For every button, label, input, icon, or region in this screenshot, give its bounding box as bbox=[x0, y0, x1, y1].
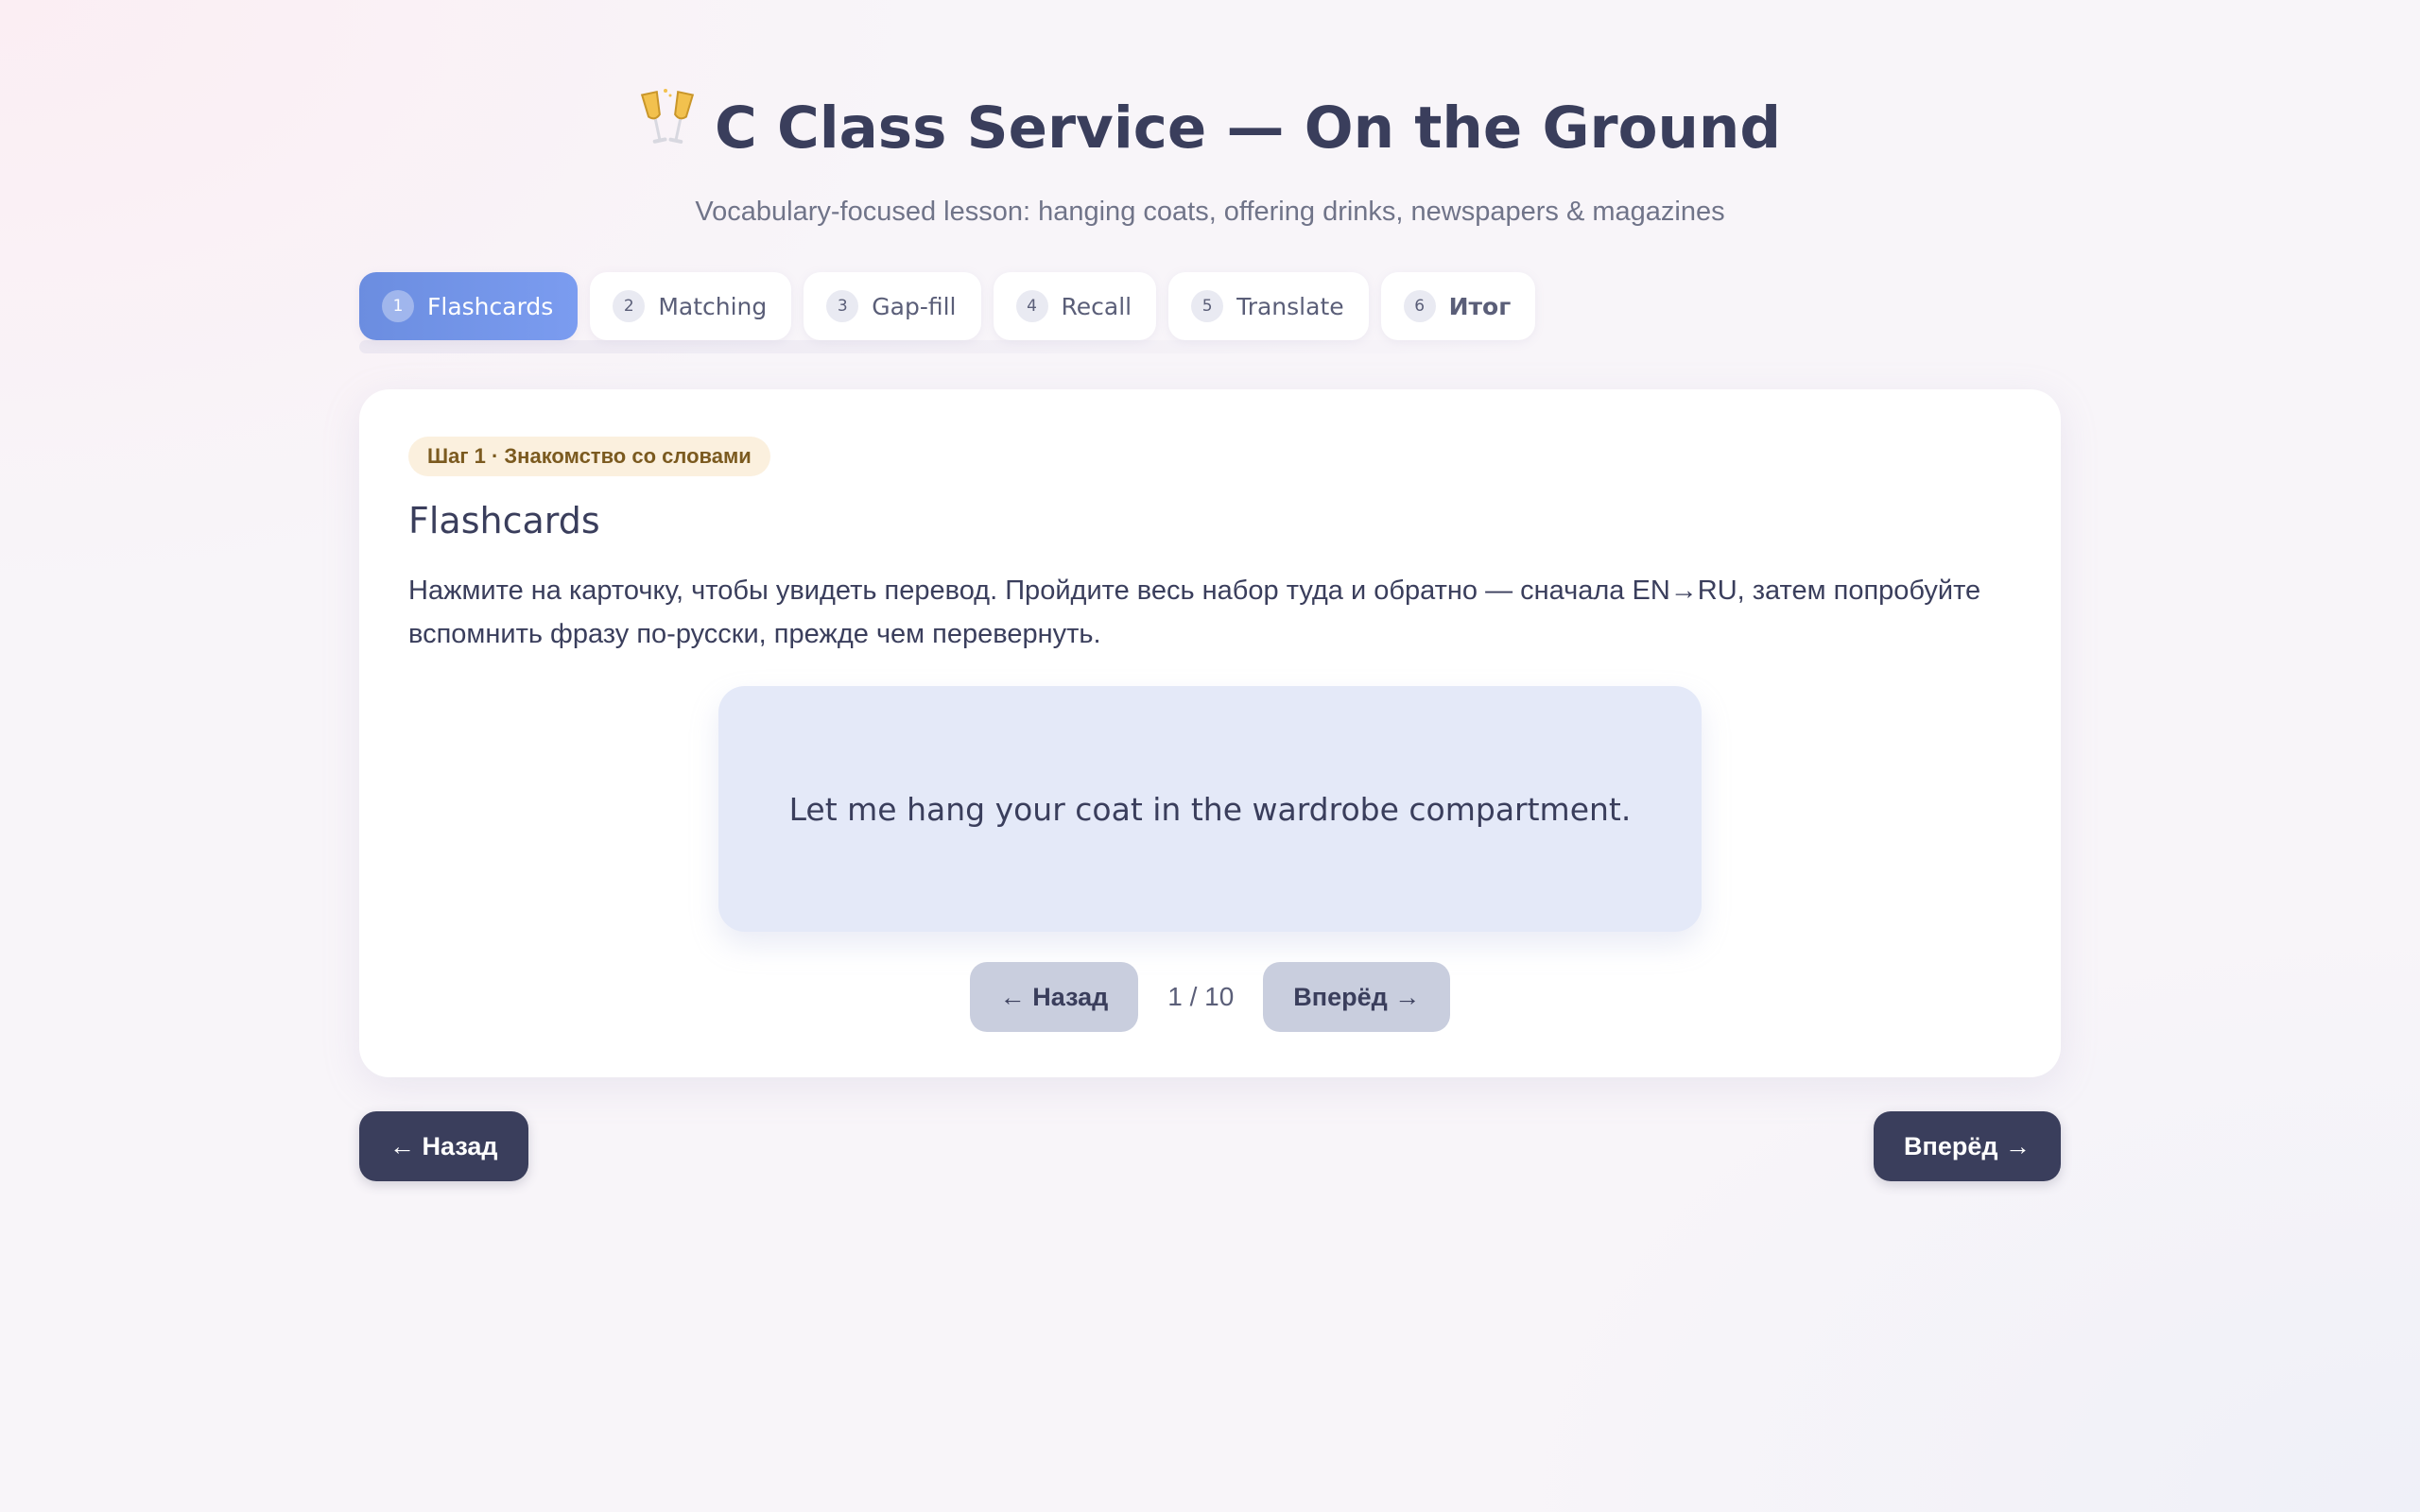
step-card: Шаг 1 · Знакомство со словами Flashcards… bbox=[359, 389, 2061, 1077]
lesson-page: C Class Service — On the Ground Vocabula… bbox=[359, 0, 2061, 1512]
flashcard-text: Let me hang your coat in the wardrobe co… bbox=[788, 790, 1632, 828]
page-title-text: C Class Service — On the Ground bbox=[714, 94, 1782, 162]
flashcard-prev-button[interactable]: ← Назад bbox=[969, 962, 1139, 1032]
tab-number: 1 bbox=[382, 290, 414, 322]
step-tabs: 1 Flashcards 2 Matching 3 Gap-fill 4 Rec… bbox=[359, 272, 1536, 352]
tab-summary[interactable]: 6 Итог bbox=[1380, 272, 1536, 340]
tab-flashcards[interactable]: 1 Flashcards bbox=[359, 272, 579, 340]
step-instructions: Нажмите на карточку, чтобы увидеть перев… bbox=[408, 576, 1981, 649]
tab-label: Flashcards bbox=[427, 292, 554, 320]
champagne-glasses-icon bbox=[639, 87, 696, 153]
page-subtitle: Vocabulary-focused lesson: hanging coats… bbox=[695, 197, 1725, 227]
flashcard[interactable]: Let me hang your coat in the wardrobe co… bbox=[718, 686, 1702, 932]
tab-number: 5 bbox=[1191, 290, 1224, 322]
tab-number: 4 bbox=[1015, 290, 1048, 322]
tab-label: Итог bbox=[1448, 292, 1512, 320]
tab-gap-fill[interactable]: 3 Gap-fill bbox=[804, 272, 981, 340]
tab-label: Translate bbox=[1236, 292, 1344, 320]
tab-recall[interactable]: 4 Recall bbox=[993, 272, 1157, 340]
step-badge: Шаг 1 · Знакомство со словами bbox=[408, 437, 770, 476]
tab-number: 3 bbox=[826, 290, 859, 322]
flashcard-counter: 1 / 10 bbox=[1167, 982, 1235, 1011]
tab-label: Gap-fill bbox=[872, 292, 957, 320]
tab-number: 2 bbox=[613, 290, 646, 322]
step-next-button[interactable]: Вперёд → bbox=[1874, 1111, 2061, 1181]
tab-label: Matching bbox=[658, 292, 768, 320]
flashcard-nav: ← Назад 1 / 10 Вперёд → bbox=[359, 962, 2061, 1032]
tab-translate[interactable]: 5 Translate bbox=[1168, 272, 1369, 340]
page-title: C Class Service — On the Ground bbox=[359, 87, 2061, 168]
tab-label: Recall bbox=[1061, 292, 1132, 320]
step-title: Flashcards bbox=[408, 500, 600, 541]
step-prev-button[interactable]: ← Назад bbox=[359, 1111, 528, 1181]
tab-number: 6 bbox=[1403, 290, 1436, 322]
tab-matching[interactable]: 2 Matching bbox=[590, 272, 792, 340]
flashcard-next-button[interactable]: Вперёд → bbox=[1263, 962, 1451, 1032]
